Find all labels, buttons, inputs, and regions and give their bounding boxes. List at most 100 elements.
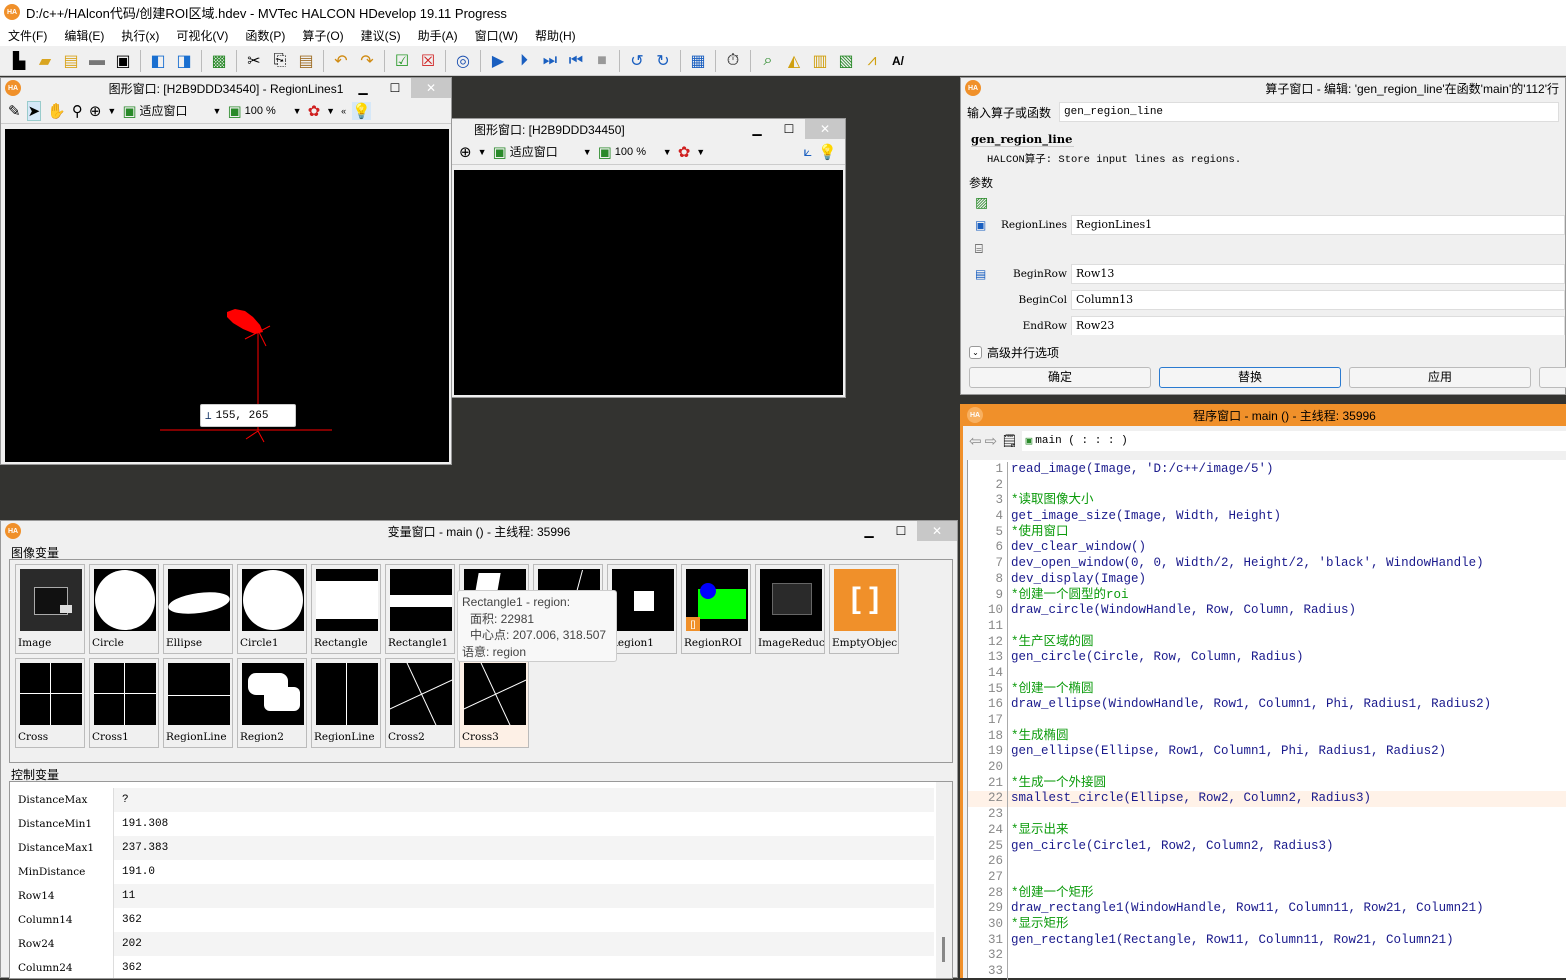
iconic-variable-region2[interactable]: Region2 — [237, 658, 307, 748]
menu-file[interactable]: 文件(F) — [8, 27, 47, 44]
iconic-variable-cross3[interactable]: Cross3 — [459, 658, 529, 748]
code-line[interactable]: 28 *创建一个矩形 — [968, 885, 1566, 902]
step-back-icon[interactable]: ⏮ — [565, 50, 587, 72]
forward-arrow-icon[interactable]: ⇨ — [985, 432, 998, 450]
paint-color-icon[interactable]: ✿ — [308, 102, 321, 120]
stop-icon[interactable]: ■ — [591, 50, 613, 72]
menu-procedures[interactable]: 函数(P) — [245, 27, 285, 44]
menu-window[interactable]: 窗口(W) — [475, 27, 518, 44]
code-line[interactable]: 15 *创建一个椭圆 — [968, 681, 1566, 698]
menu-execute[interactable]: 执行(x) — [121, 27, 159, 44]
code-line[interactable]: 12 *生产区域的圆 — [968, 634, 1566, 651]
fit-dropdown-arrow[interactable]: ▼ — [213, 106, 222, 116]
code-line[interactable]: 6 dev_clear_window() — [968, 540, 1566, 557]
apply-button[interactable]: 应用 — [1349, 367, 1531, 388]
code-line[interactable]: 5 *使用窗口 — [968, 524, 1566, 541]
menu-edit[interactable]: 编辑(E) — [64, 27, 104, 44]
code-line[interactable]: 4 get_image_size(Image, Width, Height) — [968, 509, 1566, 525]
operator-input[interactable]: gen_region_line — [1059, 102, 1559, 122]
maximize-button[interactable]: ☐ — [773, 119, 805, 139]
code-line[interactable]: 14 — [968, 665, 1566, 682]
minimize-button[interactable]: ▁ — [347, 78, 379, 98]
3d-axes-icon[interactable]: ⟀ — [803, 143, 812, 160]
iconic-variable-emptyobjec[interactable]: [ ] EmptyObjec — [829, 564, 899, 654]
iconic-variable-imagereduc[interactable]: ImageReduc — [755, 564, 825, 654]
code-line[interactable]: 33 — [968, 964, 1566, 980]
image-acquisition-icon[interactable]: ▩ — [208, 50, 230, 72]
lightbulb-icon[interactable]: 💡 — [818, 143, 837, 161]
step-forward-icon[interactable]: ⏭ — [539, 50, 561, 72]
profiler-icon[interactable]: ▦ — [687, 50, 709, 72]
control-variable-row[interactable]: MinDistance 191.0 — [10, 860, 934, 884]
advanced-expand-toggle[interactable]: ⌄ — [969, 346, 982, 359]
fit-dropdown-arrow[interactable]: ▼ — [583, 147, 592, 157]
code-line[interactable]: 31 gen_rectangle1(Rectangle, Row11, Colum… — [968, 932, 1566, 949]
zoom-window-icon[interactable]: ⌕ — [757, 50, 779, 72]
code-line[interactable]: 20 — [968, 760, 1566, 776]
control-variable-row[interactable]: Column14 362 — [10, 908, 934, 932]
code-editor[interactable]: 1 read_image(Image, 'D:/c++/image/5') 2 3 *读… — [967, 460, 1566, 980]
import-icon[interactable]: ◧ — [147, 50, 169, 72]
control-variable-row[interactable]: DistanceMax? — [10, 788, 934, 812]
code-line[interactable]: 32 — [968, 948, 1566, 964]
zoom-dropdown-arrow[interactable]: ▼ — [107, 106, 116, 116]
zoom-level-dropdown-arrow[interactable]: ▼ — [663, 147, 672, 157]
iconic-variable-rectangle1[interactable]: Rectangle1 — [385, 564, 455, 654]
menu-suggestions[interactable]: 建议(S) — [361, 27, 401, 44]
new-file-icon[interactable]: ▙ — [8, 50, 30, 72]
gray-histogram-icon[interactable]: ◭ — [783, 50, 805, 72]
code-line[interactable]: 22 smallest_circle(Ellipse, Row2, Column2… — [968, 791, 1566, 808]
code-line[interactable]: 26 — [968, 854, 1566, 870]
scrollbar-thumb[interactable] — [942, 937, 945, 962]
zoom-level-select[interactable]: 100 % — [245, 105, 290, 117]
param-beginrow-field[interactable]: Row13 — [1071, 264, 1565, 284]
param-endrow-field[interactable]: Row23 — [1071, 316, 1565, 335]
code-line[interactable]: 23 — [968, 807, 1566, 823]
code-line[interactable]: 1 read_image(Image, 'D:/c++/image/5') — [968, 462, 1566, 478]
cancel-button[interactable] — [1539, 367, 1566, 388]
timer-icon[interactable]: ⏱ — [722, 50, 744, 72]
code-line[interactable]: 13 gen_circle(Circle, Row, Column, Radius… — [968, 650, 1566, 666]
reset-procedure-icon[interactable]: ↻ — [652, 50, 674, 72]
minimize-button[interactable]: ▁ — [741, 119, 773, 139]
control-variable-row[interactable]: DistanceMax1 237.383 — [10, 836, 934, 860]
maximize-button[interactable]: ☐ — [885, 521, 917, 541]
iconic-variable-cross[interactable]: Cross — [15, 658, 85, 748]
param-begincol-field[interactable]: Column13 — [1071, 290, 1565, 310]
control-variable-row[interactable]: Column24 362 — [10, 956, 934, 978]
magnifier-icon[interactable]: ⚲ — [72, 102, 83, 120]
zoom-dropdown-arrow[interactable]: ▼ — [478, 147, 487, 157]
paint-dropdown-arrow[interactable]: ▼ — [326, 106, 335, 116]
close-button[interactable]: ✕ — [805, 119, 845, 139]
search-binoculars-icon[interactable]: ◎ — [452, 50, 474, 72]
control-variable-row[interactable]: Row14 11 — [10, 884, 934, 908]
minimize-button[interactable]: ▁ — [853, 521, 885, 541]
redo-icon[interactable]: ↷ — [356, 50, 378, 72]
cut-icon[interactable]: ✂ — [243, 50, 265, 72]
close-button[interactable]: ✕ — [411, 78, 451, 98]
fit-window-select[interactable]: 适应窗口 — [140, 102, 210, 119]
iconic-variable-image[interactable]: Image — [15, 564, 85, 654]
code-line[interactable]: 25 gen_circle(Circle1, Row2, Column2, Rad… — [968, 838, 1566, 855]
new-procedure-icon[interactable]: 🗒 — [1001, 433, 1018, 449]
code-line[interactable]: 21 *生成一个外接圆 — [968, 775, 1566, 792]
replace-button[interactable]: 替换 — [1159, 367, 1341, 388]
open-example-icon[interactable]: ▤ — [60, 50, 82, 72]
code-line[interactable]: 10 draw_circle(WindowHandle, Row, Column,… — [968, 603, 1566, 619]
zoom-in-icon[interactable]: ⊕ — [459, 143, 472, 161]
close-button[interactable]: ✕ — [917, 521, 957, 541]
back-arrow-icon[interactable]: ⇦ — [969, 432, 982, 450]
zoom-level-select[interactable]: 100 % — [615, 146, 660, 158]
export-icon[interactable]: ◨ — [173, 50, 195, 72]
iconic-variable-regionline[interactable]: RegionLine — [163, 658, 233, 748]
iconic-variable-circle[interactable]: Circle — [89, 564, 159, 654]
menu-assistants[interactable]: 助手(A) — [418, 27, 458, 44]
param-regionlines-field[interactable]: RegionLines1 — [1071, 215, 1565, 235]
code-line[interactable]: 2 — [968, 477, 1566, 494]
copy-icon[interactable]: ⎘ — [269, 50, 291, 72]
iconic-variable-regionline[interactable]: RegionLine — [311, 658, 381, 748]
code-line[interactable]: 30 *显示矩形 — [968, 916, 1566, 933]
code-line[interactable]: 3 *读取图像大小 — [968, 493, 1566, 510]
code-line[interactable]: 9 *创建一个圆型的roi — [968, 587, 1566, 604]
iconic-variable-cross1[interactable]: Cross1 — [89, 658, 159, 748]
